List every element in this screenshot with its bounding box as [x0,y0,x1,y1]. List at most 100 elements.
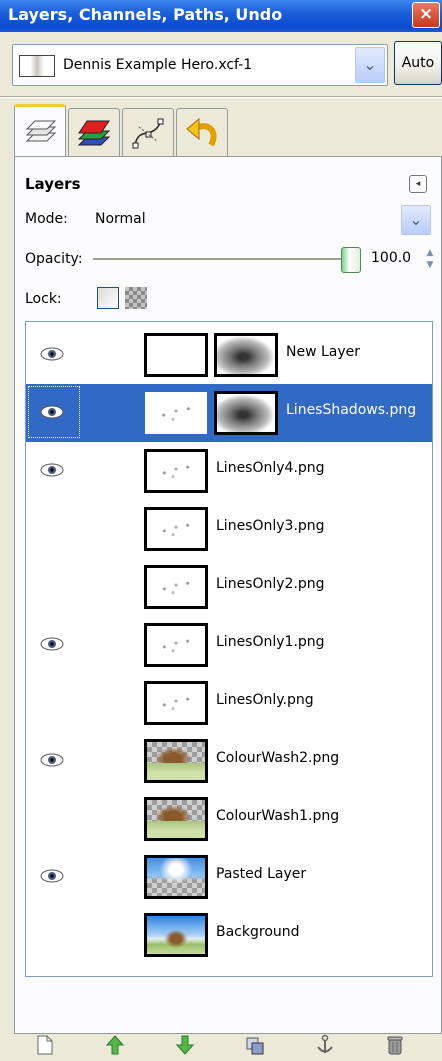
layer-thumbnail [144,449,208,493]
layer-name: LinesOnly1.png [216,634,325,650]
layer-row[interactable]: LinesOnly1.png [26,616,432,674]
mode-dropdown-arrow[interactable]: ⌄ [401,205,431,235]
layer-thumbnail [144,797,208,841]
opacity-label: Opacity: [25,251,83,267]
layers-panel: Layers ◂ Mode: Normal ⌄ Opacity: 100.0 ▲… [14,156,442,1034]
layer-row[interactable]: LinesOnly4.png [26,442,432,500]
layer-row[interactable]: Pasted Layer [26,848,432,906]
new-layer-button[interactable] [30,1034,60,1058]
layers-toolbar [14,1034,442,1061]
panel-menu-button[interactable]: ◂ [409,175,427,193]
lock-label: Lock: [25,291,62,307]
layer-name: LinesOnly2.png [216,576,325,592]
layer-thumbnail [144,855,208,899]
opacity-spinner[interactable]: ▲ ▼ [423,247,437,273]
layer-name: LinesOnly4.png [216,460,325,476]
image-combo-arrow-icon[interactable]: ⌄ [355,47,385,83]
paths-tab-icon [132,118,164,149]
layer-thumbnail [144,913,208,957]
raise-layer-button[interactable] [100,1034,130,1058]
layer-row[interactable]: Background [26,906,432,964]
visibility-toggle[interactable] [40,869,64,883]
eye-icon [40,347,64,361]
eye-icon [40,405,64,419]
visibility-toggle[interactable] [40,753,64,767]
mode-label: Mode: [25,211,68,227]
tab-layers[interactable] [14,104,66,158]
layer-name: ColourWash2.png [216,750,340,766]
layer-name: LinesOnly3.png [216,518,325,534]
image-selector-row: Dennis Example Hero.xcf-1 ⌄ Auto [0,32,442,94]
eye-icon [40,637,64,651]
image-combo-value: Dennis Example Hero.xcf-1 [63,57,253,73]
lower-layer-button[interactable] [170,1034,200,1058]
layer-thumbnail [144,739,208,783]
visibility-toggle[interactable] [40,405,64,419]
layer-thumbnail [144,623,208,667]
mode-select[interactable]: Normal [95,211,146,227]
panel-title: Layers [25,175,81,193]
visibility-toggle[interactable] [40,927,64,941]
layer-thumbnail [144,333,208,377]
lock-pixels-checkbox[interactable] [97,287,119,309]
layer-name: LinesOnly.png [216,692,314,708]
anchor-layer-button[interactable] [310,1034,340,1058]
visibility-toggle[interactable] [40,463,64,477]
layer-row[interactable]: New Layer [26,326,432,384]
eye-icon [40,463,64,477]
raise-layer-icon [105,1035,125,1055]
chevron-down-icon: ⌄ [363,55,377,74]
layer-name: Pasted Layer [216,866,307,882]
undo-tab-icon [186,117,217,147]
spin-up-icon[interactable]: ▲ [423,247,437,259]
layer-list[interactable]: New Layer LinesShadows.png LinesOnly4.png L… [25,321,433,977]
close-button[interactable]: × [412,2,440,28]
visibility-toggle[interactable] [40,521,64,535]
visibility-toggle[interactable] [40,347,64,361]
opacity-value[interactable]: 100.0 [371,250,411,266]
visibility-toggle[interactable] [40,637,64,651]
layer-thumbnail [144,507,208,551]
divider [0,96,442,98]
window-title: Layers, Channels, Paths, Undo [8,5,283,24]
layer-name: Background [216,924,300,940]
duplicate-layer-icon [246,1037,264,1055]
layer-row[interactable]: LinesOnly3.png [26,500,432,558]
close-icon: × [418,4,434,24]
channels-tab-icon [77,120,111,146]
layer-mask-thumbnail [214,391,278,435]
opacity-slider[interactable] [93,258,341,260]
tab-channels[interactable] [68,108,120,156]
image-combo[interactable]: Dennis Example Hero.xcf-1 ⌄ [12,44,388,86]
window-titlebar: Layers, Channels, Paths, Undo × [0,0,442,32]
tab-undo[interactable] [176,108,228,156]
duplicate-layer-button[interactable] [240,1034,270,1058]
opacity-slider-handle[interactable] [341,247,361,273]
layer-row[interactable]: ColourWash1.png [26,790,432,848]
visibility-toggle[interactable] [40,579,64,593]
layer-mask-thumbnail [214,333,278,377]
layer-row[interactable]: ColourWash2.png [26,732,432,790]
delete-layer-button[interactable] [380,1034,410,1058]
spin-down-icon[interactable]: ▼ [423,259,437,271]
layer-row[interactable]: LinesOnly2.png [26,558,432,616]
lock-alpha-icon[interactable] [125,287,147,309]
eye-icon [40,869,64,883]
layer-row[interactable]: LinesOnly.png [26,674,432,732]
anchor-layer-icon [317,1034,333,1053]
auto-button[interactable]: Auto [394,41,442,85]
layer-thumbnail [144,681,208,725]
layers-tab-icon [25,120,57,142]
layer-thumbnail [144,391,208,435]
lower-layer-icon [175,1035,195,1055]
layer-name: LinesShadows.png [286,402,417,418]
visibility-toggle[interactable] [40,695,64,709]
layer-row[interactable]: LinesShadows.png [26,384,432,442]
layer-thumbnail [144,565,208,609]
visibility-toggle[interactable] [40,811,64,825]
layer-name: New Layer [286,344,361,360]
layer-name: ColourWash1.png [216,808,340,824]
tab-paths[interactable] [122,108,174,156]
image-thumbnail [19,55,55,77]
eye-icon [40,753,64,767]
